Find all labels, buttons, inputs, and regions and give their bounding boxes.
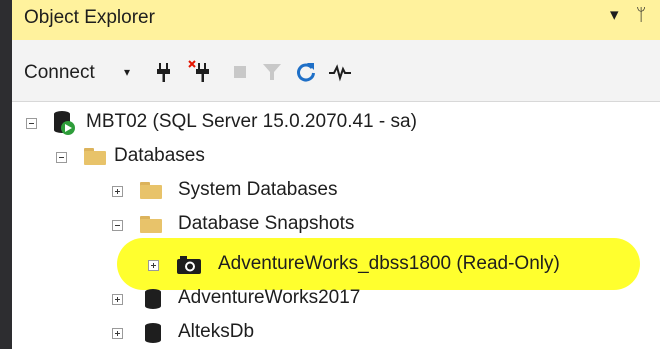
tree-node-databases[interactable]: Databases — [12, 139, 660, 175]
connect-button[interactable]: Connect — [24, 62, 95, 84]
tree-node-database[interactable]: AdventureWorks2017 — [12, 281, 660, 317]
database-snapshots-label: Database Snapshots — [178, 213, 355, 234]
collapse-toggle-icon[interactable] — [26, 118, 37, 129]
folder-icon — [140, 216, 162, 233]
panel-title: Object Explorer — [24, 7, 155, 28]
object-explorer-toolbar: Connect ▾ — [12, 40, 660, 102]
connect-dropdown-caret-icon[interactable]: ▾ — [124, 65, 130, 79]
database-icon — [145, 323, 161, 343]
camera-snapshot-icon — [177, 256, 201, 274]
database-label: AlteksDb — [178, 321, 255, 342]
tree-node-snapshot[interactable]: AdventureWorks_dbss1800 (Read-Only) — [12, 247, 660, 283]
left-gutter — [0, 0, 12, 349]
tree-node-system-databases[interactable]: System Databases — [12, 173, 660, 209]
collapse-toggle-icon[interactable] — [56, 152, 67, 163]
collapse-toggle-icon[interactable] — [112, 220, 123, 231]
system-databases-label: System Databases — [178, 179, 338, 200]
expand-toggle-icon[interactable] — [112, 186, 123, 197]
expand-toggle-icon[interactable] — [112, 294, 123, 305]
expand-toggle-icon[interactable] — [148, 260, 159, 271]
tree-node-database-snapshots[interactable]: Database Snapshots — [12, 207, 660, 243]
databases-label: Databases — [114, 145, 205, 166]
disconnect-plug-icon[interactable] — [188, 60, 212, 84]
refresh-icon[interactable] — [294, 60, 318, 84]
connect-plug-icon[interactable] — [152, 60, 176, 84]
stop-icon — [234, 66, 246, 78]
tree-node-database[interactable]: AlteksDb — [12, 315, 660, 351]
database-icon — [145, 289, 161, 309]
object-explorer-tree: MBT02 (SQL Server 15.0.2070.41 - sa) Dat… — [12, 103, 660, 349]
snapshot-label: AdventureWorks_dbss1800 (Read-Only) — [218, 253, 560, 274]
expand-toggle-icon[interactable] — [112, 328, 123, 339]
database-label: AdventureWorks2017 — [178, 287, 361, 308]
server-connected-icon — [54, 111, 75, 135]
pin-icon[interactable]: ᛘ — [636, 5, 646, 25]
activity-monitor-icon[interactable] — [328, 60, 352, 84]
filter-icon — [263, 64, 281, 80]
folder-icon — [84, 148, 106, 165]
object-explorer-titlebar: Object Explorer ▾ ᛘ — [12, 0, 660, 40]
server-label: MBT02 (SQL Server 15.0.2070.41 - sa) — [86, 111, 417, 132]
window-position-dropdown-icon[interactable]: ▾ — [610, 5, 619, 25]
tree-node-server[interactable]: MBT02 (SQL Server 15.0.2070.41 - sa) — [12, 105, 660, 141]
folder-icon — [140, 182, 162, 199]
